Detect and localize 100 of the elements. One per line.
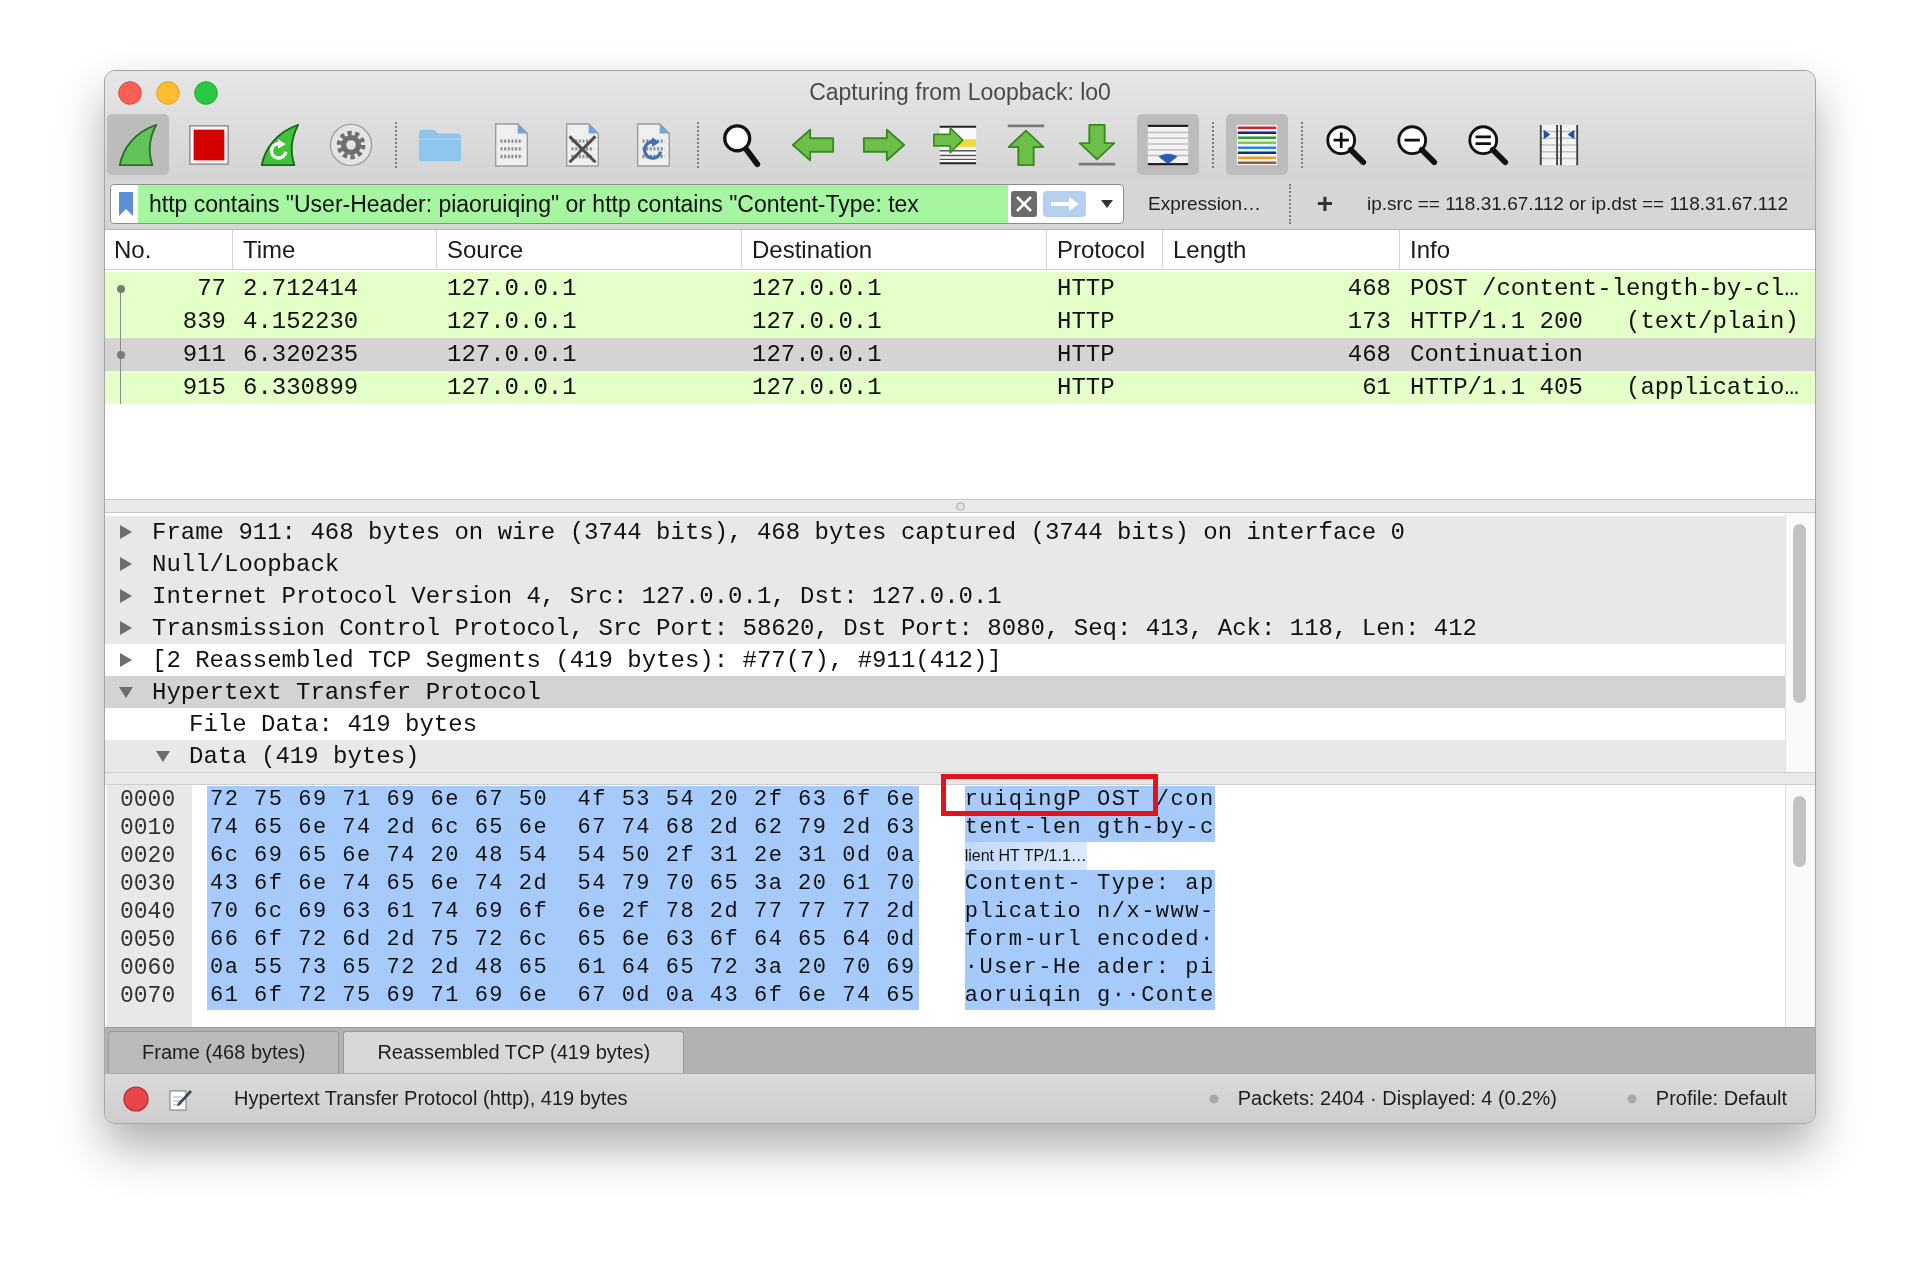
column-header[interactable]: No.	[105, 230, 233, 269]
gear-icon[interactable]	[328, 121, 374, 168]
table-cell-text: 127.0.0.1	[751, 373, 883, 403]
ascii-text: form-url encoded·	[964, 926, 1215, 954]
table-cell-text: HTTP	[1056, 307, 1116, 337]
packet-count-text: Packets: 2404 · Displayed: 4 (0.2%)	[1237, 1087, 1557, 1110]
tree-row[interactable]: [2 Reassembled TCP Segments (419 bytes): #77(7), #911(412)]	[105, 644, 1785, 676]
scrollbar-thumb[interactable]	[1793, 796, 1806, 867]
close-icon[interactable]	[118, 80, 142, 105]
filter-text[interactable]: http contains "User-Header: piaoruiqing" or http contains "Content-Type: tex	[138, 185, 1008, 223]
table-cell-text: 173	[1346, 307, 1392, 337]
hex-bytes-text: 72 75 69 71 69 6e 67 50 4f 53 54 20 2f 63 6f 6e	[207, 786, 919, 814]
table-cell-text: POST /content-length-by-cl…	[1409, 274, 1800, 304]
ascii-text: lient HT TP/1.1…	[964, 842, 1087, 870]
packet-row[interactable]: 911 6.320235 127.0.0.1 127.0.0.1 HTTP 468 Continuation	[105, 338, 1815, 371]
table-cell-text: 127.0.0.1	[751, 274, 883, 304]
table-cell-text: 61	[1361, 373, 1392, 403]
column-header[interactable]: Time	[233, 230, 437, 269]
tree-row[interactable]: Frame 911: 468 bytes on wire (3744 bits), 468 bytes captured (3744 bits) on interface 0	[105, 516, 1785, 548]
offset-text: 0070	[119, 982, 177, 1010]
tree-item-text: Null/Loopback	[152, 550, 340, 578]
bookmark-icon[interactable]	[119, 192, 133, 216]
table-cell-text: 127.0.0.1	[446, 307, 578, 337]
bytes-tab[interactable]: Reassembled TCP (419 bytes)	[343, 1031, 685, 1073]
tree-row[interactable]: File Data: 419 bytes	[105, 708, 1785, 740]
column-header[interactable]: Length	[1163, 230, 1400, 269]
auto-scroll-button[interactable]	[1137, 114, 1199, 175]
table-cell-text: 915	[182, 373, 226, 403]
ascii-text: ·User-He ader: pi	[964, 954, 1215, 982]
table-cell-text: 4.152230	[242, 307, 360, 337]
hex-bytes-text: 6c 69 65 6e 74 20 48 54 54 50 2f 31 2e 31 0d 0a	[207, 842, 919, 870]
table-cell-text: 6.320235	[242, 340, 360, 370]
pane-splitter[interactable]	[105, 772, 1815, 785]
disclosure-triangle-icon[interactable]	[156, 749, 170, 763]
colorize-button[interactable]	[1226, 114, 1288, 175]
status-message: Hypertext Transfer Protocol (http), 419 bytes	[234, 1087, 628, 1110]
tree-item-text: Hypertext Transfer Protocol	[152, 678, 541, 706]
column-header[interactable]: Source	[437, 230, 742, 269]
ascii-text: Content- Type: ap	[964, 870, 1215, 898]
hex-bytes-text: 74 65 6e 74 2d 6c 65 6e 67 74 68 2d 62 79 2d 63	[207, 814, 919, 842]
disclosure-triangle-icon[interactable]	[119, 525, 133, 539]
maximize-icon[interactable]	[194, 80, 218, 105]
scrollbar-thumb[interactable]	[1793, 524, 1806, 703]
disclosure-triangle-icon[interactable]	[119, 653, 133, 667]
column-header[interactable]: Info	[1400, 230, 1815, 269]
packet-row[interactable]: 915 6.330899 127.0.0.1 127.0.0.1 HTTP 61 HTTP/1.1 405 (applicatio…	[105, 371, 1815, 404]
start-capture-button[interactable]	[107, 114, 169, 175]
tree-row[interactable]: Hypertext Transfer Protocol	[105, 676, 1785, 708]
table-cell-text: 911	[182, 340, 226, 370]
status-dot-icon[interactable]	[123, 1085, 149, 1112]
caret-down-icon[interactable]	[1101, 200, 1113, 208]
table-cell-text: 127.0.0.1	[446, 373, 578, 403]
ascii-text: /con	[1141, 786, 1215, 814]
table-cell-text: HTTP	[1056, 274, 1116, 304]
add-filter-button[interactable]: +	[1305, 185, 1345, 223]
table-cell-text: 2.712414	[242, 274, 360, 304]
ascii-text: plicatio n/x-www-	[964, 898, 1215, 926]
hex-bytes-text: 61 6f 72 75 69 71 69 6e 67 0d 0a 43 6f 6e 74 65	[207, 982, 919, 1010]
profile-text[interactable]: Profile: Default	[1655, 1087, 1787, 1110]
offset-text: 0060	[119, 954, 177, 982]
hex-bytes-text: 70 6c 69 63 61 74 69 6f 6e 2f 78 2d 77 77 77 2d	[207, 898, 919, 926]
expression-button[interactable]: Expression…	[1138, 185, 1271, 223]
window-title: Capturing from Loopback: lo0	[809, 79, 1111, 106]
column-header[interactable]: Protocol	[1047, 230, 1163, 269]
hex-bytes-text: 0a 55 73 65 72 2d 48 65 61 64 65 72 3a 20 70 69	[207, 954, 919, 982]
offset-text: 0010	[119, 814, 177, 842]
tree-row[interactable]: Transmission Control Protocol, Src Port: 58620, Dst Port: 8080, Seq: 413, Ack: 118, Len: 412	[105, 612, 1785, 644]
grip-dot-icon	[1208, 1093, 1219, 1104]
packet-row[interactable]: 839 4.152230 127.0.0.1 127.0.0.1 HTTP 173 HTTP/1.1 200 (text/plain)	[105, 305, 1815, 338]
tree-item-text: Internet Protocol Version 4, Src: 127.0.0.1, Dst: 127.0.0.1	[152, 582, 1002, 610]
table-cell-text: 839	[182, 307, 226, 337]
disclosure-triangle-icon[interactable]	[119, 589, 133, 603]
tree-row[interactable]: Internet Protocol Version 4, Src: 127.0.0.1, Dst: 127.0.0.1	[105, 580, 1785, 612]
ascii-text: aoruiqin g··Conte	[964, 982, 1215, 1010]
table-cell-text: 127.0.0.1	[446, 274, 578, 304]
disclosure-triangle-icon[interactable]	[119, 621, 133, 635]
disclosure-triangle-icon[interactable]	[119, 557, 133, 571]
tree-item-text: Frame 911: 468 bytes on wire (3744 bits), 468 bytes captured (3744 bits) on interface 0	[152, 518, 1405, 546]
tree-row[interactable]: Null/Loopback	[105, 548, 1785, 580]
table-cell-text: 127.0.0.1	[446, 340, 578, 370]
ascii-text: ruiqingP OST	[964, 786, 1142, 814]
table-cell-text: 77	[197, 274, 226, 304]
table-cell-text: 127.0.0.1	[751, 340, 883, 370]
clear-filter-button[interactable]	[1011, 191, 1037, 217]
column-header[interactable]: Destination	[742, 230, 1047, 269]
packet-row[interactable]: 77 2.712414 127.0.0.1 127.0.0.1 HTTP 468 POST /content-length-by-cl…	[105, 272, 1815, 305]
filter-button[interactable]: ip.src == 118.31.67.112 or ip.dst == 118.31.67.112	[1359, 185, 1797, 223]
table-cell-text: Continuation	[1409, 340, 1584, 370]
ascii-text: tent-len gth-by-c	[964, 814, 1215, 842]
disclosure-triangle-icon[interactable]	[119, 685, 133, 699]
bytes-tab[interactable]: Frame (468 bytes)	[108, 1031, 340, 1073]
offset-text: 0020	[119, 842, 177, 870]
table-cell-text: 6.330899	[242, 373, 360, 403]
hex-bytes-text: 43 6f 6e 74 65 6e 74 2d 54 79 70 65 3a 20 61 70	[207, 870, 919, 898]
offset-text: 0040	[119, 898, 177, 926]
table-cell-text: HTTP/1.1 200 (text/plain)	[1409, 307, 1800, 337]
splitter-handle-icon[interactable]	[955, 501, 965, 511]
display-filter-field[interactable]: http contains "User-Header: piaoruiqing" or http contains "Content-Type: tex	[110, 184, 1124, 224]
tree-row[interactable]: Data (419 bytes)	[105, 740, 1785, 772]
table-cell-text: 468	[1346, 274, 1392, 304]
